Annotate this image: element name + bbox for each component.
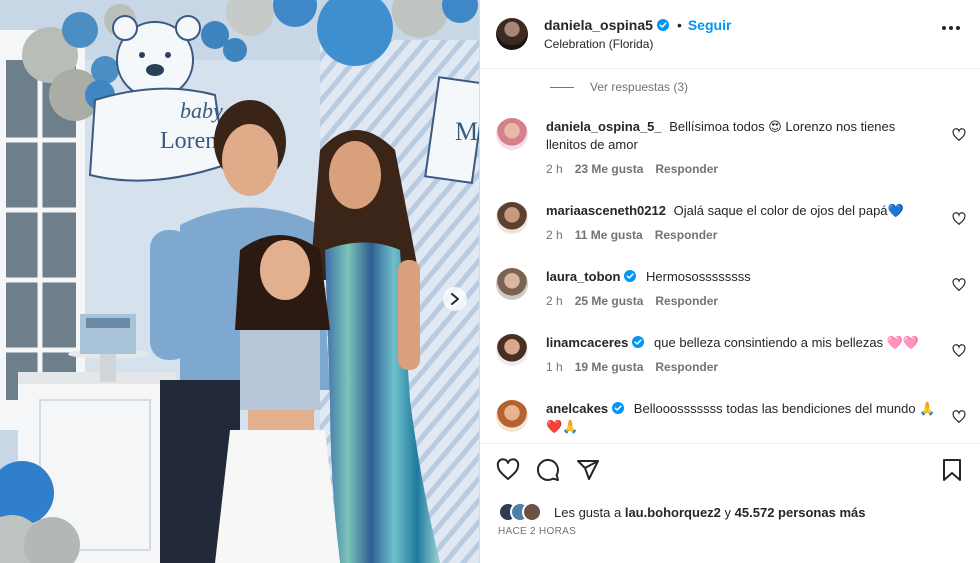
- heart-icon[interactable]: [952, 128, 966, 142]
- bookmark-icon[interactable]: [940, 458, 964, 482]
- comment-item: mariaasceneth0212 Ojalá saque el color d…: [496, 202, 966, 242]
- liker-avatar: [522, 502, 542, 522]
- author-avatar[interactable]: [496, 18, 528, 50]
- commenter-avatar[interactable]: [496, 202, 528, 234]
- post-photo[interactable]: baby Lorenzo M: [0, 0, 479, 563]
- heart-icon[interactable]: [952, 212, 966, 226]
- comment-text: que belleza consintiendo a mis bellezas …: [654, 335, 920, 350]
- comment-text: Ojalá saque el color de ojos del papá💙: [673, 203, 904, 218]
- likes-count[interactable]: 45.572 personas más: [735, 505, 866, 520]
- post-location[interactable]: Celebration (Florida): [544, 37, 731, 51]
- reply-button[interactable]: Responder: [655, 360, 718, 374]
- comment-item: daniela_ospina_5_ Bellísimoa todos 😍 Lor…: [496, 118, 966, 176]
- follow-button[interactable]: Seguir: [688, 17, 732, 33]
- comment-item: linamcaceres que belleza consintiendo a …: [496, 334, 966, 374]
- verified-badge-icon: [656, 19, 669, 31]
- comment-time[interactable]: 2 h: [546, 228, 563, 242]
- commenter-avatar[interactable]: [496, 268, 528, 300]
- comment-icon[interactable]: [536, 458, 560, 482]
- commenter-avatar[interactable]: [496, 334, 528, 366]
- comment-time[interactable]: 2 h: [546, 162, 563, 176]
- post-actions: Les gusta a lau.bohorquez2 y 45.572 pers…: [480, 443, 980, 563]
- comment-time[interactable]: 2 h: [546, 294, 563, 308]
- svg-text:M: M: [455, 117, 478, 146]
- commenter-username[interactable]: anelcakes: [546, 401, 608, 416]
- commenter-username[interactable]: laura_tobon: [546, 269, 620, 284]
- commenter-avatar[interactable]: [496, 400, 528, 432]
- reply-button[interactable]: Responder: [655, 162, 718, 176]
- liker-username[interactable]: lau.bohorquez2: [625, 505, 721, 520]
- heart-icon[interactable]: [952, 278, 966, 292]
- heart-icon[interactable]: [952, 410, 966, 424]
- next-photo-button[interactable]: [443, 287, 467, 311]
- likes-summary: Les gusta a lau.bohorquez2 y 45.572 pers…: [498, 502, 865, 522]
- view-replies-button[interactable]: Ver respuestas (3): [550, 80, 688, 94]
- ellipsis-icon: [942, 26, 946, 30]
- likes-middle: y: [724, 504, 732, 520]
- post-header: daniela_ospina5 • Seguir Celebration (Fl…: [480, 0, 980, 69]
- chevron-right-icon: [451, 293, 459, 305]
- replies-divider: [550, 86, 574, 88]
- post-timestamp[interactable]: HACE 2 HORAS: [498, 526, 576, 537]
- verified-badge-icon: [624, 270, 637, 282]
- likes-prefix: Les gusta a: [554, 504, 622, 520]
- comments-list: Ver respuestas (3) daniela_ospina_5_ Bel…: [480, 70, 980, 443]
- like-heart-icon[interactable]: [496, 458, 520, 482]
- comment-likes[interactable]: 11 Me gusta: [575, 228, 643, 242]
- heart-icon[interactable]: [952, 344, 966, 358]
- share-icon[interactable]: [576, 458, 600, 482]
- comment-time[interactable]: 1 h: [546, 360, 563, 374]
- commenter-username[interactable]: mariaasceneth0212: [546, 203, 666, 218]
- author-username[interactable]: daniela_ospina5: [544, 17, 653, 33]
- comment-likes[interactable]: 19 Me gusta: [575, 360, 644, 374]
- svg-text:baby: baby: [180, 98, 223, 123]
- more-options-button[interactable]: [942, 26, 960, 30]
- view-replies-label: Ver respuestas (3): [590, 80, 689, 94]
- reply-button[interactable]: Responder: [655, 228, 718, 242]
- photo-illustration: baby Lorenzo M: [0, 0, 479, 563]
- commenter-avatar[interactable]: [496, 118, 528, 150]
- comment-item: laura_tobon Hermosossssssss 2 h 25 Me gu…: [496, 268, 966, 308]
- liker-avatars: [498, 502, 550, 522]
- commenter-username[interactable]: linamcaceres: [546, 335, 628, 350]
- verified-badge-icon: [632, 336, 645, 348]
- instagram-post: baby Lorenzo M daniela_ospina5 • Seguir …: [0, 0, 980, 563]
- verified-badge-icon: [612, 402, 625, 414]
- comment-likes[interactable]: 25 Me gusta: [575, 294, 644, 308]
- comment-likes[interactable]: 23 Me gusta: [575, 162, 644, 176]
- post-sidebar: daniela_ospina5 • Seguir Celebration (Fl…: [479, 0, 980, 563]
- commenter-username[interactable]: daniela_ospina_5_: [546, 119, 662, 134]
- separator-dot: •: [676, 17, 682, 33]
- reply-button[interactable]: Responder: [655, 294, 718, 308]
- comment-item: anelcakes Bellooosssssss todas las bendi…: [496, 400, 966, 436]
- comment-text: Hermosossssssss: [646, 269, 751, 284]
